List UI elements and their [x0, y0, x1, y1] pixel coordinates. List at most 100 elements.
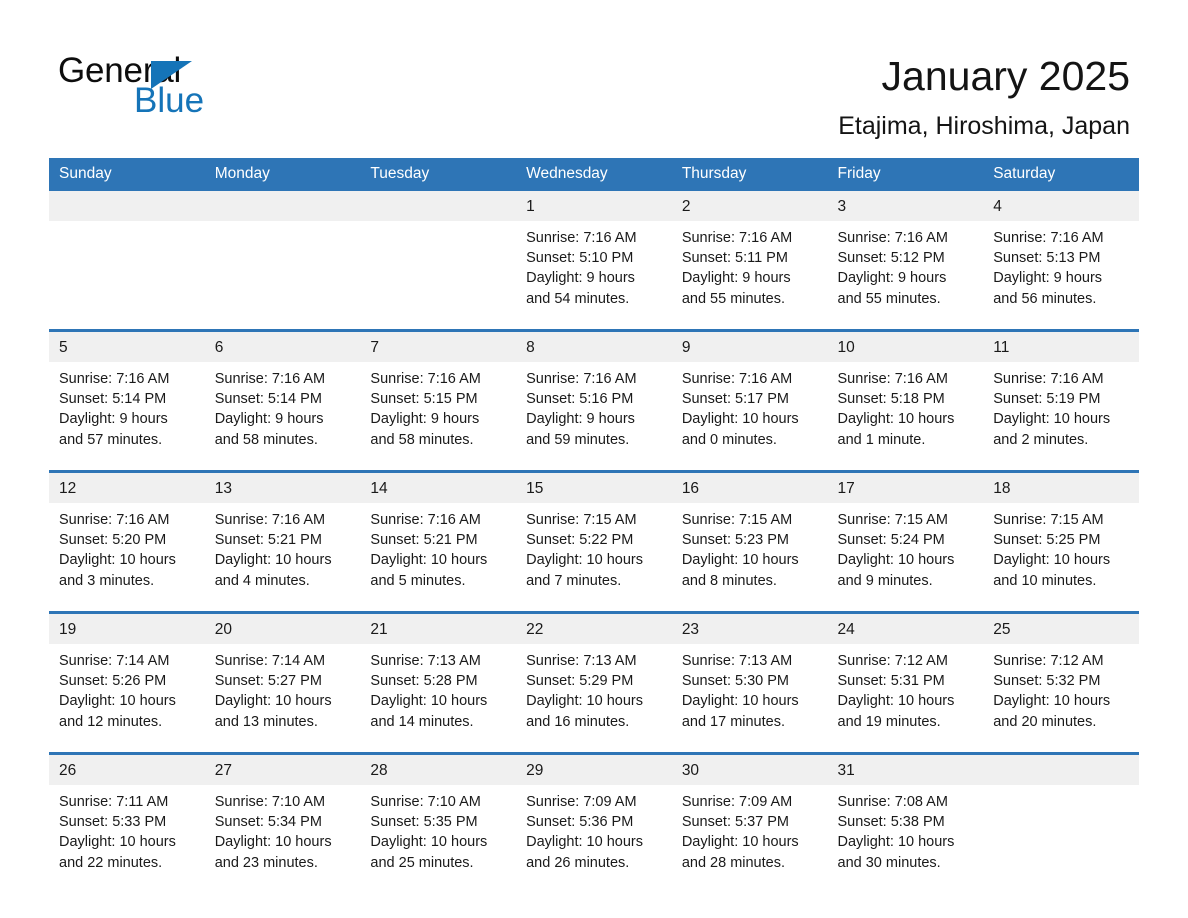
calendar-header-row: Sunday Monday Tuesday Wednesday Thursday… — [49, 158, 1139, 191]
day-info: Sunrise: 7:15 AM Sunset: 5:22 PM Daylight:… — [516, 503, 672, 591]
day-cell[interactable] — [360, 191, 517, 323]
day-cell[interactable]: 4 Sunrise: 7:16 AM Sunset: 5:13 PM Daylight… — [983, 191, 1139, 323]
day-number: 13 — [204, 473, 361, 503]
day-cell[interactable]: 6 Sunrise: 7:16 AM Sunset: 5:14 PM Daylight… — [204, 329, 361, 464]
sunset-text: Sunset: 5:27 PM — [214, 673, 322, 690]
day-cell[interactable]: 26 Sunrise: 7:11 AM Sunset: 5:33 PM Dayligh… — [49, 752, 205, 887]
calendar-week-row: 1 Sunrise: 7:16 AM Sunset: 5:10 PM Daylight… — [49, 191, 1139, 323]
day-info — [49, 221, 205, 228]
day-cell[interactable] — [204, 191, 361, 323]
week-spacer-cell — [49, 746, 1139, 754]
day-info: Sunrise: 7:16 AM Sunset: 5:16 PM Daylight:… — [516, 362, 672, 450]
sunrise-text: Sunrise: 7:13 AM — [681, 653, 793, 669]
day-number: 10 — [827, 332, 984, 362]
sunrise-text: Sunrise: 7:09 AM — [526, 794, 637, 810]
sunrise-text: Sunrise: 7:16 AM — [370, 371, 481, 387]
sunset-text: Sunset: 5:33 PM — [59, 814, 167, 831]
week-spacer — [49, 605, 1139, 613]
calendar-grid: Sunday Monday Tuesday Wednesday Thursday… — [49, 158, 1139, 887]
sunset-text: Sunset: 5:25 PM — [993, 532, 1101, 549]
day-cell[interactable]: 11 Sunrise: 7:16 AM Sunset: 5:19 PM Dayligh… — [983, 329, 1139, 464]
day-cell-inner: 20 Sunrise: 7:14 AM Sunset: 5:27 PM Dayligh… — [204, 614, 361, 746]
day-cell[interactable]: 19 Sunrise: 7:14 AM Sunset: 5:26 PM Dayligh… — [49, 611, 205, 746]
day-cell-inner: 26 Sunrise: 7:11 AM Sunset: 5:33 PM Dayligh… — [49, 755, 205, 887]
day-cell[interactable]: 1 Sunrise: 7:16 AM Sunset: 5:10 PM Daylight… — [516, 191, 672, 323]
day-cell[interactable]: 17 Sunrise: 7:15 AM Sunset: 5:24 PM Dayligh… — [827, 470, 984, 605]
daylight-text: Daylight: 10 hours and 14 minutes. — [370, 693, 488, 730]
daylight-text: Daylight: 10 hours and 19 minutes. — [837, 693, 955, 730]
day-number: 3 — [827, 191, 984, 221]
day-cell[interactable]: 7 Sunrise: 7:16 AM Sunset: 5:15 PM Daylight… — [360, 329, 517, 464]
day-cell-inner: 22 Sunrise: 7:13 AM Sunset: 5:29 PM Dayligh… — [516, 614, 672, 746]
day-cell[interactable]: 15 Sunrise: 7:15 AM Sunset: 5:22 PM Dayligh… — [516, 470, 672, 605]
day-cell-inner: 13 Sunrise: 7:16 AM Sunset: 5:21 PM Dayligh… — [204, 473, 361, 605]
day-number: 28 — [360, 755, 517, 785]
day-cell[interactable]: 22 Sunrise: 7:13 AM Sunset: 5:29 PM Dayligh… — [516, 611, 672, 746]
day-cell[interactable]: 18 Sunrise: 7:15 AM Sunset: 5:25 PM Dayligh… — [983, 470, 1139, 605]
calendar-page: General Blue January 2025 Etajima, Hiros… — [0, 0, 1188, 918]
sunset-text: Sunset: 5:38 PM — [837, 814, 945, 831]
day-cell[interactable]: 14 Sunrise: 7:16 AM Sunset: 5:21 PM Dayligh… — [360, 470, 517, 605]
day-cell[interactable]: 28 Sunrise: 7:10 AM Sunset: 5:35 PM Dayligh… — [360, 752, 517, 887]
day-cell[interactable]: 30 Sunrise: 7:09 AM Sunset: 5:37 PM Dayligh… — [671, 752, 828, 887]
day-number: 6 — [204, 332, 361, 362]
day-cell-inner: 11 Sunrise: 7:16 AM Sunset: 5:19 PM Dayligh… — [983, 332, 1139, 464]
daylight-text: Daylight: 9 hours and 58 minutes. — [370, 411, 480, 448]
day-info: Sunrise: 7:16 AM Sunset: 5:19 PM Daylight:… — [983, 362, 1139, 450]
day-cell[interactable]: 3 Sunrise: 7:16 AM Sunset: 5:12 PM Daylight… — [827, 191, 984, 323]
day-cell-inner: 17 Sunrise: 7:15 AM Sunset: 5:24 PM Dayligh… — [827, 473, 984, 605]
day-cell-inner: 3 Sunrise: 7:16 AM Sunset: 5:12 PM Daylight… — [827, 191, 984, 323]
day-number — [360, 191, 517, 221]
day-cell[interactable]: 5 Sunrise: 7:16 AM Sunset: 5:14 PM Daylight… — [49, 329, 205, 464]
daylight-text: Daylight: 9 hours and 59 minutes. — [526, 411, 635, 448]
day-cell[interactable]: 27 Sunrise: 7:10 AM Sunset: 5:34 PM Dayligh… — [204, 752, 361, 887]
sunrise-text: Sunrise: 7:15 AM — [526, 512, 637, 528]
day-cell[interactable]: 20 Sunrise: 7:14 AM Sunset: 5:27 PM Dayligh… — [204, 611, 361, 746]
day-info: Sunrise: 7:16 AM Sunset: 5:13 PM Daylight:… — [983, 221, 1139, 309]
sunrise-text: Sunrise: 7:08 AM — [837, 794, 948, 810]
day-cell[interactable]: 8 Sunrise: 7:16 AM Sunset: 5:16 PM Daylight… — [516, 329, 672, 464]
weekday-header-monday: Monday — [204, 158, 361, 191]
day-number: 9 — [671, 332, 828, 362]
day-number: 20 — [204, 614, 361, 644]
day-cell[interactable]: 23 Sunrise: 7:13 AM Sunset: 5:30 PM Dayligh… — [671, 611, 828, 746]
day-cell[interactable]: 24 Sunrise: 7:12 AM Sunset: 5:31 PM Dayligh… — [827, 611, 984, 746]
day-cell[interactable]: 31 Sunrise: 7:08 AM Sunset: 5:38 PM Dayligh… — [827, 752, 984, 887]
sunset-text: Sunset: 5:19 PM — [993, 391, 1101, 408]
sunset-text: Sunset: 5:32 PM — [993, 673, 1101, 690]
day-cell[interactable]: 25 Sunrise: 7:12 AM Sunset: 5:32 PM Dayligh… — [983, 611, 1139, 746]
day-cell[interactable] — [49, 191, 205, 323]
day-number: 19 — [49, 614, 205, 644]
day-cell[interactable]: 29 Sunrise: 7:09 AM Sunset: 5:36 PM Dayligh… — [516, 752, 672, 887]
day-cell-inner — [360, 191, 517, 323]
sunrise-text: Sunrise: 7:14 AM — [59, 653, 170, 669]
daylight-text: Daylight: 10 hours and 2 minutes. — [993, 411, 1111, 448]
day-cell[interactable]: 2 Sunrise: 7:16 AM Sunset: 5:11 PM Daylight… — [671, 191, 828, 323]
week-spacer — [49, 464, 1139, 472]
sunset-text: Sunset: 5:28 PM — [370, 673, 478, 690]
day-cell[interactable]: 21 Sunrise: 7:13 AM Sunset: 5:28 PM Dayligh… — [360, 611, 517, 746]
day-number — [204, 191, 361, 221]
day-cell[interactable]: 13 Sunrise: 7:16 AM Sunset: 5:21 PM Dayligh… — [204, 470, 361, 605]
day-cell-inner: 5 Sunrise: 7:16 AM Sunset: 5:14 PM Daylight… — [49, 332, 205, 464]
day-cell-inner: 9 Sunrise: 7:16 AM Sunset: 5:17 PM Daylight… — [671, 332, 828, 464]
daylight-text: Daylight: 10 hours and 12 minutes. — [59, 693, 176, 730]
day-cell[interactable]: 16 Sunrise: 7:15 AM Sunset: 5:23 PM Dayligh… — [671, 470, 828, 605]
sunrise-text: Sunrise: 7:16 AM — [59, 371, 170, 387]
generalblue-logo[interactable]: General Blue — [58, 52, 378, 124]
day-cell-inner: 24 Sunrise: 7:12 AM Sunset: 5:31 PM Dayligh… — [827, 614, 984, 746]
daylight-text: Daylight: 10 hours and 17 minutes. — [681, 693, 799, 730]
sunset-text: Sunset: 5:17 PM — [681, 391, 790, 408]
day-number: 14 — [360, 473, 517, 503]
day-info: Sunrise: 7:14 AM Sunset: 5:27 PM Daylight:… — [205, 644, 361, 732]
day-number: 29 — [516, 755, 672, 785]
day-cell[interactable]: 12 Sunrise: 7:16 AM Sunset: 5:20 PM Dayligh… — [49, 470, 205, 605]
day-cell[interactable]: 9 Sunrise: 7:16 AM Sunset: 5:17 PM Daylight… — [671, 329, 828, 464]
day-cell[interactable]: 10 Sunrise: 7:16 AM Sunset: 5:18 PM Dayligh… — [827, 329, 984, 464]
day-cell-inner: 12 Sunrise: 7:16 AM Sunset: 5:20 PM Dayligh… — [49, 473, 205, 605]
day-cell[interactable] — [983, 752, 1139, 887]
day-cell-inner: 30 Sunrise: 7:09 AM Sunset: 5:37 PM Dayligh… — [671, 755, 828, 887]
calendar-week-row: 26 Sunrise: 7:11 AM Sunset: 5:33 PM Dayligh… — [49, 752, 1139, 887]
sunrise-text: Sunrise: 7:16 AM — [993, 230, 1104, 246]
day-number: 22 — [516, 614, 672, 644]
